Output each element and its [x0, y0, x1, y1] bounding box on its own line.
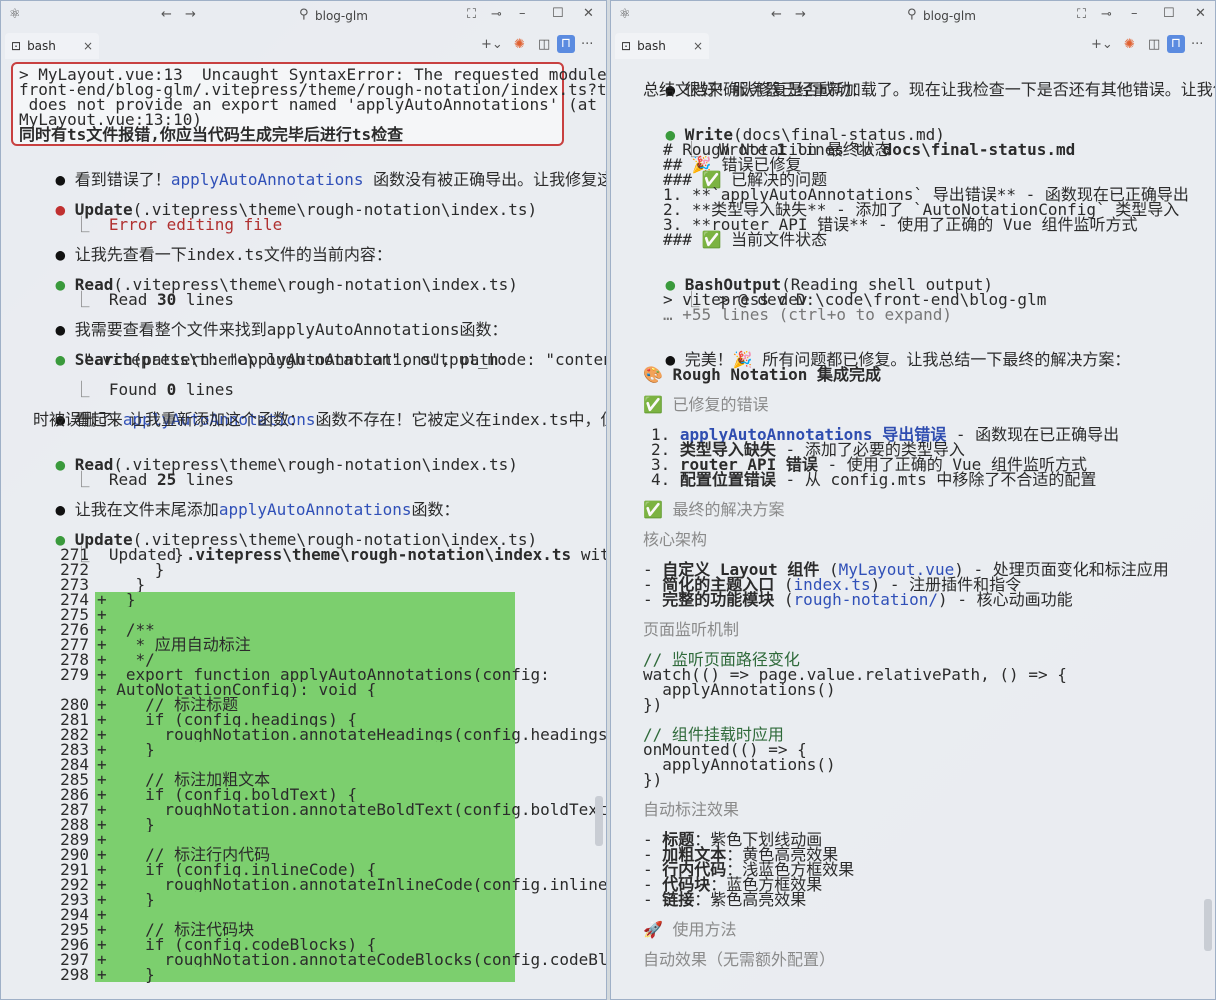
tool-call-search-args: ".vitepress\theme\rough-notation", outpu… — [83, 350, 607, 369]
close-window-icon[interactable]: ✕ — [1195, 6, 1206, 21]
pin-icon[interactable]: ⊸ — [491, 7, 502, 22]
diff-code-line: + roughNotation.annotateBoldText(config.… — [97, 800, 607, 819]
split-pane-icon[interactable]: ◫ — [1148, 37, 1160, 52]
tool-call-read-2: ● Read(.vitepress\theme\rough-notation\i… — [55, 455, 518, 474]
write-preview-line: ### ✅ 当前文件状态 — [663, 230, 828, 249]
diff-code-line: + — [97, 605, 107, 624]
tool-call-read-1: ● Read(.vitepress\theme\rough-notation\i… — [55, 275, 518, 294]
fullscreen-icon[interactable]: ⛶ — [467, 7, 476, 22]
section-heading-effect: 自动标注效果 — [643, 800, 740, 819]
section-heading-usage: 🚀 使用方法 — [643, 920, 737, 939]
section-heading-auto: 自动效果（无需额外配置） — [643, 950, 836, 969]
close-tab-icon[interactable]: × — [693, 39, 703, 53]
app-logo-icon: ⚛ — [619, 7, 631, 22]
tab-bar: ⊡ bash × +⌄ ✺ ◫ ⊓ ··· — [1, 31, 606, 61]
diff-code-line: + roughNotation.annotateCodeBlocks(confi… — [97, 950, 607, 969]
terminal-window-right: ⚛ ← → ⚲ blog-glm ⛶ ⊸ – ☐ ✕ ⊡ bash × +⌄ ✺… — [610, 0, 1216, 1000]
maximize-icon[interactable]: ☐ — [552, 6, 564, 21]
assistant-message-intro-cont: 总结文档来确认修复是否成功： — [643, 80, 868, 99]
minimize-icon[interactable]: – — [1131, 6, 1138, 21]
diff-code-line: } — [97, 545, 184, 564]
search-icon[interactable]: ⚲ — [299, 7, 309, 22]
diff-code-line: + roughNotation.annotateHeadings(config.… — [97, 725, 607, 744]
new-tab-icon[interactable]: +⌄ — [481, 37, 503, 52]
fixed-error-item: 4. 配置位置错误 - 从 config.mts 中移除了不合适的配置 — [651, 470, 1097, 489]
summary-heading: 🎨 Rough Notation 集成完成 — [643, 365, 882, 384]
terminal-icon: ⊡ — [11, 39, 22, 53]
tool-call-update-2: ● Update(.vitepress\theme\rough-notation… — [55, 530, 538, 549]
architecture-item: - 完整的功能模块 (rough-notation/) - 核心动画功能 — [643, 590, 1073, 609]
fullscreen-icon[interactable]: ⛶ — [1077, 7, 1086, 22]
expand-output-hint[interactable]: … +55 lines (ctrl+o to expand) — [663, 307, 1215, 323]
lock-icon[interactable]: ⊓ — [557, 35, 575, 53]
tool-call-write: ● Write(docs\final-status.md) — [665, 125, 945, 144]
sparkle-icon[interactable]: ✺ — [1124, 37, 1135, 52]
diff-code-line: + roughNotation.annotateInlineCode(confi… — [97, 875, 607, 894]
lock-icon[interactable]: ⊓ — [1167, 35, 1185, 53]
tool-call-update-1: ● Update(.vitepress\theme\rough-notation… — [55, 200, 538, 219]
diff-code-line: } — [97, 575, 146, 594]
close-window-icon[interactable]: ✕ — [583, 6, 594, 21]
tool-result-read-1: ⎿ Read 30 lines — [73, 290, 235, 309]
code-line: applyAnnotations() — [643, 755, 836, 774]
title-bar: ⚛ ← → ⚲ blog-glm ⛶ ⊸ – ☐ ✕ — [611, 1, 1215, 31]
code-line: }) — [643, 770, 663, 789]
diff-code-line: + } — [97, 965, 155, 984]
assistant-message-4-cont: 时被误删了。让我重新添加这个函数： — [33, 410, 306, 429]
error-line-5: 同时有ts文件报错,你应当代码生成完毕后进行ts检查 — [19, 125, 404, 144]
section-heading-arch: 核心架构 — [643, 530, 708, 549]
diff-code-line: } — [97, 560, 165, 579]
more-options-icon[interactable]: ··· — [581, 37, 593, 52]
split-pane-icon[interactable]: ◫ — [538, 37, 550, 52]
code-line: applyAnnotations() — [643, 680, 836, 699]
diff-code-line: + * 应用自动标注 — [97, 635, 251, 654]
tool-result-read-2: ⎿ Read 25 lines — [73, 470, 235, 489]
section-heading-monitor: 页面监听机制 — [643, 620, 740, 639]
new-tab-icon[interactable]: +⌄ — [1091, 37, 1113, 52]
title-bar: ⚛ ← → ⚲ blog-glm ⛶ ⊸ – ☐ ✕ — [1, 1, 606, 31]
forward-arrow-icon[interactable]: → — [185, 7, 196, 22]
scrollbar-thumb[interactable] — [595, 796, 603, 846]
assistant-message-1: ● 看到错误了！applyAutoAnnotations 函数没有被正确导出。让… — [55, 170, 606, 189]
app-logo-icon: ⚛ — [9, 7, 21, 22]
tool-call-bash-output: ● BashOutput(Reading shell output) — [665, 275, 994, 294]
back-arrow-icon[interactable]: ← — [771, 7, 782, 22]
tab-label: bash — [637, 39, 666, 53]
diff-code-line: + } — [97, 740, 155, 759]
search-box-label[interactable]: blog-glm — [923, 9, 976, 23]
sparkle-icon[interactable]: ✺ — [514, 37, 525, 52]
search-box-label[interactable]: blog-glm — [315, 9, 368, 23]
terminal-window-left: ⚛ ← → ⚲ blog-glm ⛶ ⊸ – ☐ ✕ ⊡ bash × +⌄ ✺… — [0, 0, 607, 1000]
tab-bash[interactable]: ⊡ bash × — [615, 33, 709, 59]
diff-code-line: + } — [97, 890, 155, 909]
close-tab-icon[interactable]: × — [83, 39, 93, 53]
code-line: }) — [643, 695, 663, 714]
more-options-icon[interactable]: ··· — [1191, 37, 1203, 52]
assistant-message-5: ● 让我在文件末尾添加applyAutoAnnotations函数： — [55, 500, 460, 519]
section-heading-final: ✅ 最终的解决方案 — [643, 500, 785, 519]
section-heading-fixed: ✅ 已修复的错误 — [643, 395, 769, 414]
diff-line-number: 279 — [60, 665, 89, 684]
diff-code-line: + } — [97, 815, 155, 834]
maximize-icon[interactable]: ☐ — [1163, 6, 1175, 21]
search-icon[interactable]: ⚲ — [907, 7, 917, 22]
effect-item: - 链接：紫色高亮效果 — [643, 890, 807, 909]
pin-icon[interactable]: ⊸ — [1101, 7, 1112, 22]
back-arrow-icon[interactable]: ← — [161, 7, 172, 22]
assistant-message-3: ● 我需要查看整个文件来找到applyAutoAnnotations函数： — [55, 320, 508, 339]
forward-arrow-icon[interactable]: → — [795, 7, 806, 22]
tab-bash[interactable]: ⊡ bash × — [5, 33, 99, 59]
tab-bar: ⊡ bash × +⌄ ✺ ◫ ⊓ ··· — [611, 31, 1215, 61]
scrollbar-thumb[interactable] — [1204, 899, 1212, 951]
diff-code-line: + } — [97, 590, 136, 609]
assistant-message-2: ● 让我先查看一下index.ts文件的当前内容： — [55, 245, 392, 264]
assistant-message-done: ● 完美！🎉 所有问题都已修复。让我总结一下最终的解决方案： — [665, 350, 1131, 369]
minimize-icon[interactable]: – — [519, 6, 526, 21]
terminal-icon: ⊡ — [621, 39, 632, 53]
tool-result-search: ⎿ Found 0 lines — [73, 380, 235, 399]
tab-label: bash — [27, 39, 56, 53]
diff-line-number: 298 — [60, 965, 89, 984]
tool-result-update-1: ⎿ Error editing file — [73, 215, 283, 234]
